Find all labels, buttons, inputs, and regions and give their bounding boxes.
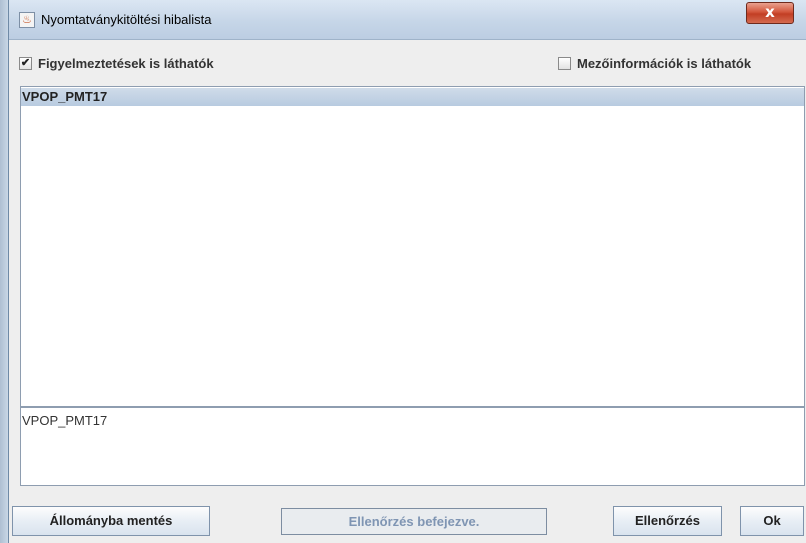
title-bar[interactable]: ♨ Nyomtatványkitöltési hibalista x [9, 0, 806, 40]
field-info-checkbox-label[interactable]: Mezőinformációk is láthatók [577, 56, 751, 71]
ok-button[interactable]: Ok [740, 506, 804, 536]
options-row: ✔ Figyelmeztetések is láthatók Mezőinfor… [9, 54, 806, 78]
save-to-file-button[interactable]: Állományba mentés [12, 506, 210, 536]
error-list[interactable]: VPOP_PMT17 [20, 86, 805, 407]
window-frame-left [0, 0, 8, 543]
check-button[interactable]: Ellenőrzés [613, 506, 722, 536]
detail-text: VPOP_PMT17 [22, 413, 108, 428]
field-info-checkbox[interactable] [558, 57, 571, 70]
detail-panel[interactable]: VPOP_PMT17 [20, 407, 805, 486]
warnings-checkbox[interactable]: ✔ [19, 57, 32, 70]
list-item[interactable]: VPOP_PMT17 [21, 88, 804, 106]
error-list-dialog: ♨ Nyomtatványkitöltési hibalista x ✔ Fig… [8, 0, 806, 543]
status-field: Ellenőrzés befejezve. [281, 508, 547, 535]
java-icon: ♨ [19, 12, 35, 28]
checkmark-icon: ✔ [20, 57, 31, 69]
warnings-checkbox-label[interactable]: Figyelmeztetések is láthatók [38, 56, 214, 71]
close-button[interactable]: x [746, 2, 794, 24]
window-title: Nyomtatványkitöltési hibalista [41, 12, 212, 27]
